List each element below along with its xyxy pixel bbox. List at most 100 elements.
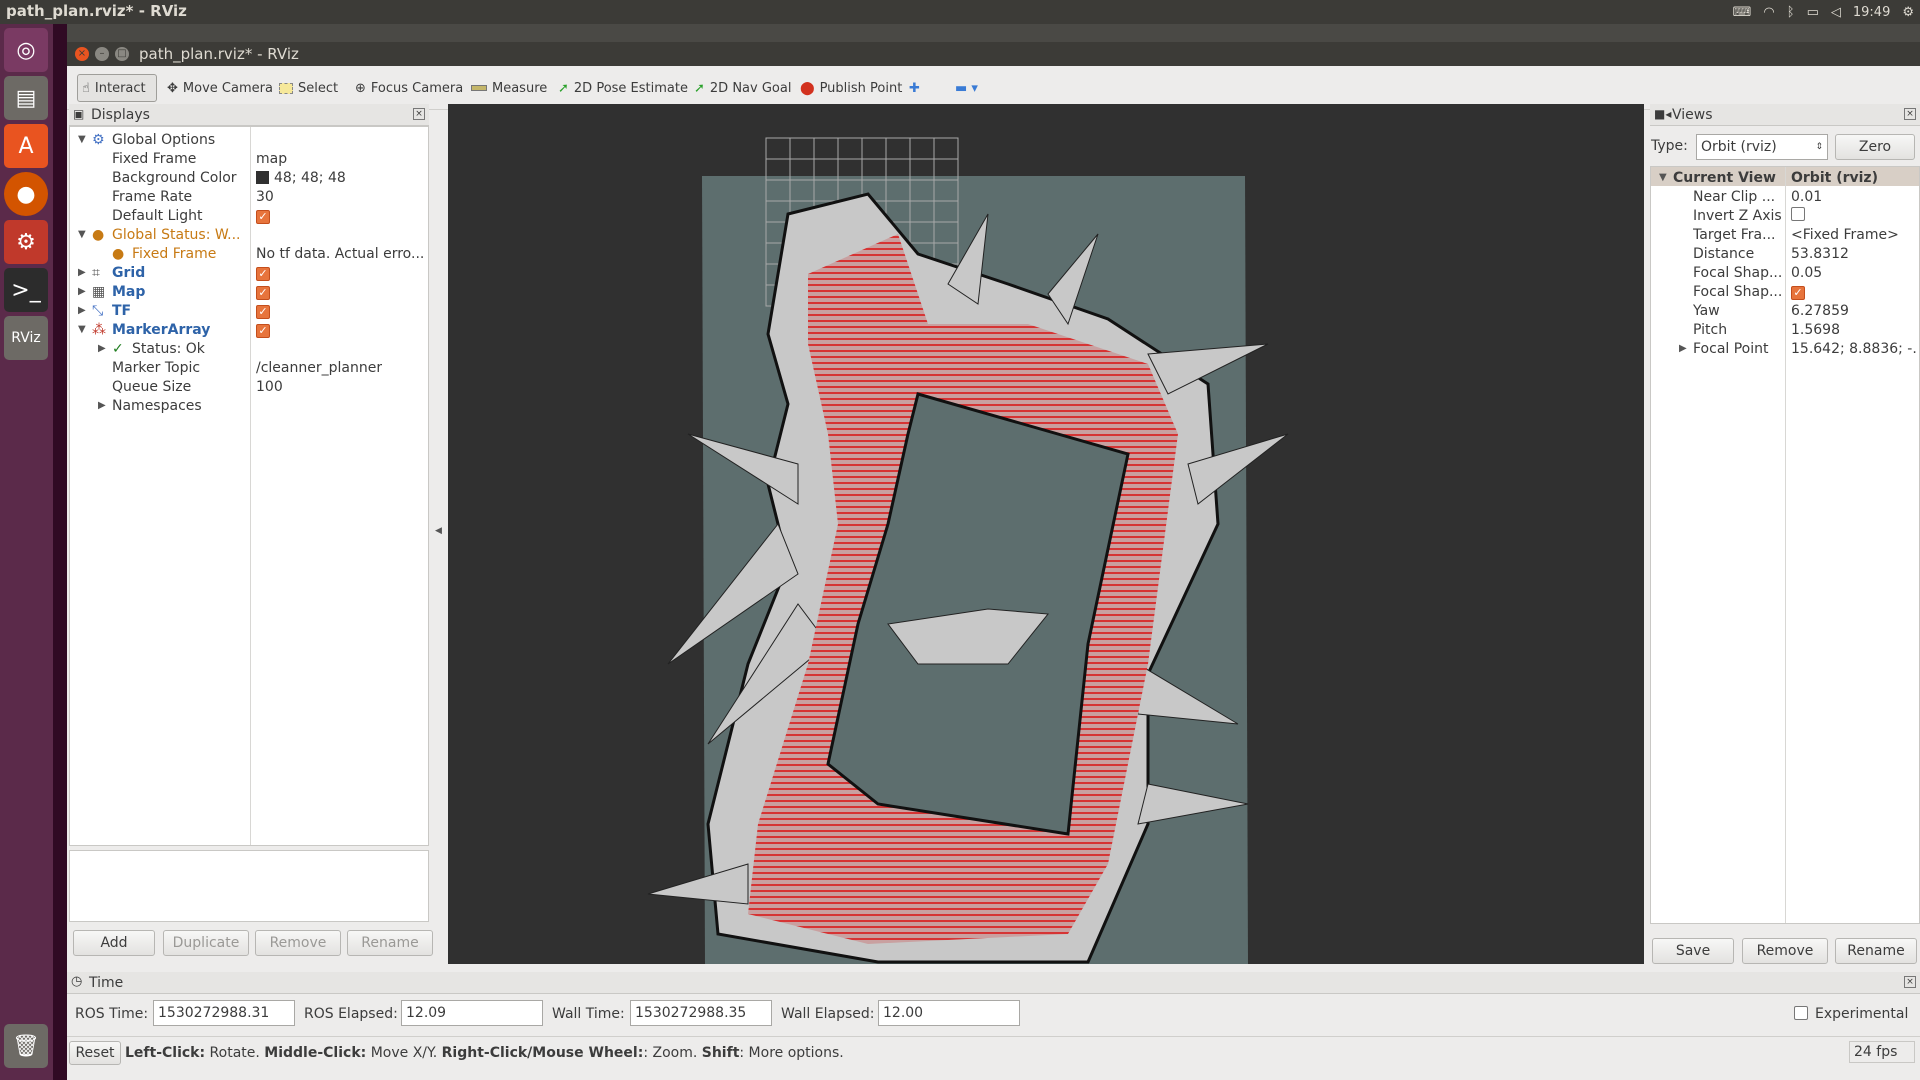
rviz-icon[interactable]: RViz: [4, 316, 48, 360]
publish-point-tool[interactable]: ⬤ Publish Point: [796, 74, 906, 102]
remove-display-button[interactable]: Remove: [255, 930, 341, 956]
focal-shape-size-row[interactable]: Focal Shap... 0.05: [1651, 263, 1919, 282]
keyboard-icon[interactable]: ⌨: [1733, 5, 1752, 20]
wall-elapsed-field[interactable]: 12.00: [878, 1000, 1020, 1026]
pose-estimate-tool[interactable]: ➚ 2D Pose Estimate: [554, 74, 692, 102]
close-icon[interactable]: ×: [413, 108, 425, 120]
experimental-checkbox[interactable]: [1794, 1006, 1808, 1020]
global-options-row[interactable]: ▼ ⚙ Global Options: [70, 130, 428, 149]
display-item-markerarray[interactable]: ▼ ⁂ MarkerArray ✓: [70, 320, 428, 339]
display-item-map[interactable]: ▶ ▦ Map ✓: [70, 282, 428, 301]
expand-arrow-icon[interactable]: ▶: [78, 305, 86, 316]
gear-icon[interactable]: ⚙: [1902, 5, 1914, 20]
close-icon[interactable]: ×: [75, 47, 89, 61]
pitch-row[interactable]: Pitch 1.5698: [1651, 320, 1919, 339]
distance-value[interactable]: 53.8312: [1791, 246, 1849, 262]
files-icon[interactable]: ▤: [4, 76, 48, 120]
add-tool-icon[interactable]: ✚: [905, 74, 924, 102]
remove-tool-dropdown-icon[interactable]: ▬ ▾: [951, 74, 982, 102]
duplicate-button[interactable]: Duplicate: [163, 930, 249, 956]
yaw-row[interactable]: Yaw 6.27859: [1651, 301, 1919, 320]
select-tool[interactable]: Select: [275, 74, 342, 102]
wall-time-field[interactable]: 1530272988.35: [630, 1000, 772, 1026]
background-color-value[interactable]: 48; 48; 48: [274, 170, 346, 186]
frame-rate-value[interactable]: 30: [256, 189, 274, 205]
minimize-icon[interactable]: –: [95, 47, 109, 61]
background-color-row[interactable]: Background Color 48; 48; 48: [70, 168, 428, 187]
focal-point-value[interactable]: 15.642; 8.8836; -...: [1791, 341, 1917, 357]
focal-shape-checkbox[interactable]: ✓: [1791, 285, 1805, 300]
nav-goal-tool[interactable]: ➚ 2D Nav Goal: [690, 74, 795, 102]
collapse-arrow-icon[interactable]: ▼: [78, 324, 86, 335]
markerarray-checkbox[interactable]: ✓: [256, 323, 270, 338]
target-frame-row[interactable]: Target Fra... <Fixed Frame>: [1651, 225, 1919, 244]
ros-elapsed-field[interactable]: 12.09: [401, 1000, 543, 1026]
terminal-icon[interactable]: >_: [4, 268, 48, 312]
3d-viewport[interactable]: [448, 104, 1644, 964]
collapse-arrow-icon[interactable]: ▼: [78, 134, 86, 145]
software-center-icon[interactable]: A: [4, 124, 48, 168]
invert-z-row[interactable]: Invert Z Axis: [1651, 206, 1919, 225]
firefox-icon[interactable]: ●: [4, 172, 48, 216]
add-button[interactable]: Add: [73, 930, 155, 956]
distance-row[interactable]: Distance 53.8312: [1651, 244, 1919, 263]
namespaces-row[interactable]: ▶ Namespaces: [70, 396, 428, 415]
current-view-row[interactable]: ▼ Current View Orbit (rviz): [1651, 168, 1919, 187]
display-item-tf[interactable]: ▶ ⤡ TF ✓: [70, 301, 428, 320]
focal-shape-size-value[interactable]: 0.05: [1791, 265, 1822, 281]
fixed-frame-value[interactable]: map: [256, 151, 287, 167]
pitch-value[interactable]: 1.5698: [1791, 322, 1840, 338]
tf-checkbox[interactable]: ✓: [256, 304, 270, 319]
zero-button[interactable]: Zero: [1835, 134, 1915, 160]
global-status-row[interactable]: ▼ ● Global Status: W...: [70, 225, 428, 244]
near-clip-value[interactable]: 0.01: [1791, 189, 1822, 205]
measure-tool[interactable]: Measure: [467, 74, 551, 102]
focal-shape-fixed-row[interactable]: Focal Shap... ✓: [1651, 282, 1919, 301]
target-frame-value[interactable]: <Fixed Frame>: [1791, 227, 1899, 243]
rename-view-button[interactable]: Rename: [1835, 938, 1917, 964]
wifi-icon[interactable]: ◠: [1763, 5, 1774, 20]
clock[interactable]: 19:49: [1853, 5, 1890, 20]
close-icon[interactable]: ×: [1904, 108, 1916, 120]
invert-z-checkbox[interactable]: [1791, 206, 1805, 221]
save-view-button[interactable]: Save: [1652, 938, 1734, 964]
frame-rate-row[interactable]: Frame Rate 30: [70, 187, 428, 206]
focus-camera-tool[interactable]: ⊕ Focus Camera: [351, 74, 467, 102]
settings-icon[interactable]: ⚙: [4, 220, 48, 264]
marker-topic-row[interactable]: Marker Topic /cleanner_planner: [70, 358, 428, 377]
volume-icon[interactable]: ◁: [1831, 5, 1841, 20]
queue-size-row[interactable]: Queue Size 100: [70, 377, 428, 396]
expand-arrow-icon[interactable]: ▶: [1679, 343, 1687, 354]
interact-tool[interactable]: ☝ Interact: [77, 74, 157, 102]
collapse-arrow-icon[interactable]: ▼: [78, 229, 86, 240]
close-icon[interactable]: ×: [1904, 976, 1916, 988]
battery-icon[interactable]: ▭: [1807, 5, 1819, 20]
remove-view-button[interactable]: Remove: [1742, 938, 1828, 964]
expand-arrow-icon[interactable]: ▶: [78, 267, 86, 278]
status-ok-row[interactable]: ▶ ✓ Status: Ok: [70, 339, 428, 358]
view-type-select[interactable]: Orbit (rviz) ⇕: [1696, 134, 1828, 160]
yaw-value[interactable]: 6.27859: [1791, 303, 1849, 319]
ubuntu-icon[interactable]: ◎: [4, 28, 48, 72]
reset-button[interactable]: Reset: [69, 1041, 121, 1065]
grid-checkbox[interactable]: ✓: [256, 266, 270, 281]
expand-arrow-icon[interactable]: ▶: [78, 286, 86, 297]
focal-point-row[interactable]: ▶ Focal Point 15.642; 8.8836; -...: [1651, 339, 1919, 358]
map-checkbox[interactable]: ✓: [256, 285, 270, 300]
collapse-arrow-icon[interactable]: ▼: [1659, 172, 1667, 183]
trash-icon[interactable]: 🗑: [4, 1024, 48, 1068]
expand-arrow-icon[interactable]: ▶: [98, 343, 106, 354]
maximize-icon[interactable]: □: [115, 47, 129, 61]
collapse-left-icon[interactable]: ◀: [435, 526, 442, 536]
queue-size-value[interactable]: 100: [256, 379, 283, 395]
move-camera-tool[interactable]: ✥ Move Camera: [163, 74, 277, 102]
fixed-frame-warning-row[interactable]: ● Fixed Frame No tf data. Actual erro...: [70, 244, 428, 263]
rename-display-button[interactable]: Rename: [347, 930, 433, 956]
default-light-row[interactable]: Default Light ✓: [70, 206, 428, 225]
marker-topic-value[interactable]: /cleanner_planner: [256, 360, 382, 376]
ros-time-field[interactable]: 1530272988.31: [153, 1000, 295, 1026]
bluetooth-icon[interactable]: ᛒ: [1787, 5, 1795, 20]
display-item-grid[interactable]: ▶ ⌗ Grid ✓: [70, 263, 428, 282]
color-swatch[interactable]: [256, 171, 269, 184]
near-clip-row[interactable]: Near Clip ... 0.01: [1651, 187, 1919, 206]
